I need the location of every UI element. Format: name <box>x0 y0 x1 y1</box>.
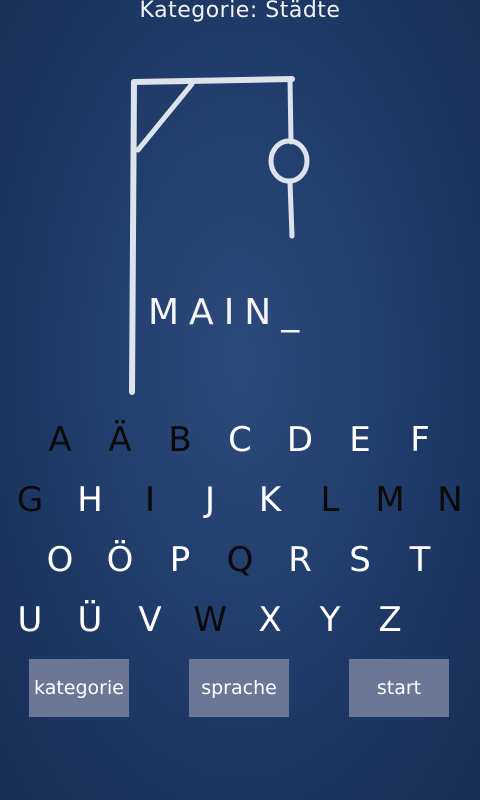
letter-key-k[interactable]: K <box>240 475 300 525</box>
letter-key-s[interactable]: S <box>330 535 390 585</box>
noose <box>268 138 310 184</box>
start-button[interactable]: start <box>349 659 449 717</box>
letter-key-a[interactable]: A <box>30 415 90 465</box>
letter-key-ö[interactable]: Ö <box>90 535 150 585</box>
letter-key-x[interactable]: X <box>240 595 300 645</box>
letter-key-q[interactable]: Q <box>210 535 270 585</box>
word-display: MAIN_ <box>148 292 310 333</box>
letter-key-j[interactable]: J <box>180 475 240 525</box>
noose-tail <box>287 179 295 239</box>
gallows-drawing <box>129 76 310 395</box>
letter-key-e[interactable]: E <box>330 415 390 465</box>
letter-key-b[interactable]: B <box>150 415 210 465</box>
letter-key-i[interactable]: I <box>120 475 180 525</box>
letter-key-d[interactable]: D <box>270 415 330 465</box>
letter-key-l[interactable]: L <box>300 475 360 525</box>
letter-key-t[interactable]: T <box>390 535 450 585</box>
letter-key-y[interactable]: Y <box>300 595 360 645</box>
kategorie-button[interactable]: kategorie <box>29 659 129 717</box>
letter-key-r[interactable]: R <box>270 535 330 585</box>
letter-key-h[interactable]: H <box>60 475 120 525</box>
letter-key-z[interactable]: Z <box>360 595 420 645</box>
letter-key-ü[interactable]: Ü <box>60 595 120 645</box>
letter-key-o[interactable]: O <box>30 535 90 585</box>
letter-key-c[interactable]: C <box>210 415 270 465</box>
letter-key-u[interactable]: U <box>0 595 60 645</box>
letter-key-p[interactable]: P <box>150 535 210 585</box>
gallows-brace <box>135 81 195 153</box>
letter-key-f[interactable]: F <box>390 415 450 465</box>
gallows-post <box>129 79 137 395</box>
letter-key-w[interactable]: W <box>180 595 240 645</box>
sprache-button[interactable]: sprache <box>189 659 289 717</box>
letter-key-m[interactable]: M <box>360 475 420 525</box>
letter-key-n[interactable]: N <box>420 475 480 525</box>
gallows-rope <box>287 77 294 145</box>
letter-key-g[interactable]: G <box>0 475 60 525</box>
letter-key-v[interactable]: V <box>120 595 180 645</box>
letter-key-ä[interactable]: Ä <box>90 415 150 465</box>
gallows-beam <box>131 76 295 85</box>
